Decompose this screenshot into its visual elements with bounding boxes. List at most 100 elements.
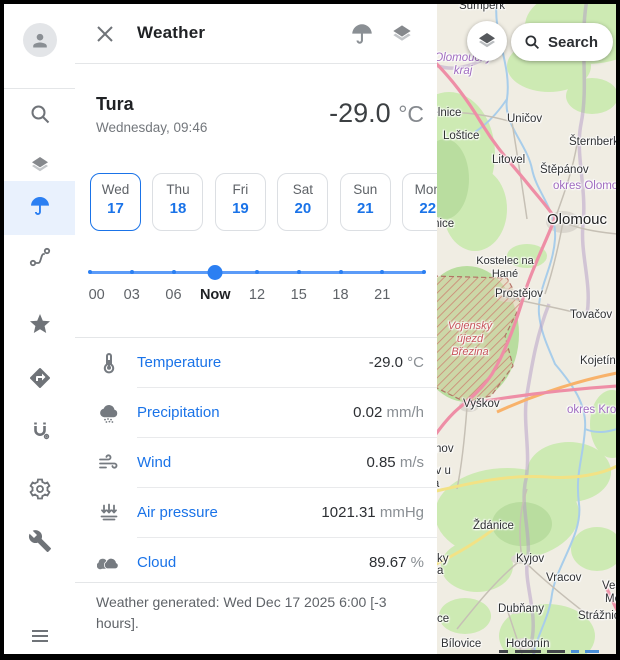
map-label-city: Moravou xyxy=(605,593,616,605)
map-label-district: okres Olomouc xyxy=(553,180,616,192)
map-label-city: Strážnice xyxy=(578,610,616,622)
day-chip-mon[interactable]: Mon22 xyxy=(402,173,437,231)
day-chip-sun[interactable]: Sun21 xyxy=(340,173,391,231)
day-chip-wed[interactable]: Wed17 xyxy=(90,173,141,231)
sidebar-item-layers[interactable] xyxy=(18,145,62,189)
location-datetime: Wednesday, 09:46 xyxy=(96,120,207,135)
metric-value: 0.85 m/s xyxy=(366,454,424,471)
weather-panel: Weather Tura Wednesday, 09:46 -29.0 °C W… xyxy=(75,4,437,654)
panel-header: Weather xyxy=(75,4,437,64)
time-label: 00 xyxy=(89,287,105,303)
precipitation-icon xyxy=(97,401,121,425)
sidebar-item-settings[interactable] xyxy=(18,469,62,513)
time-label: 12 xyxy=(249,287,265,303)
metric-label[interactable]: Air pressure xyxy=(137,504,218,521)
weather-generated-note: Weather generated: Wed Dec 17 2025 6:00 … xyxy=(96,592,426,634)
cloud-icon xyxy=(97,551,121,575)
map-label-city: Uničov xyxy=(507,113,542,125)
location-name: Tura xyxy=(96,94,134,115)
thermometer-icon xyxy=(97,351,121,375)
layers-icon xyxy=(28,153,52,182)
map-label-city: Šumperk xyxy=(459,4,505,12)
map-view[interactable]: Šumperk Olomoucký kraj Mohelnice Loštice… xyxy=(437,4,616,654)
map-label-city: Slavkov u xyxy=(437,465,451,477)
map-label-city: Bílovice xyxy=(441,638,481,650)
metric-value: -29.0 °C xyxy=(369,354,424,371)
map-search-button[interactable]: Search xyxy=(511,23,613,61)
map-label-city: Litovel xyxy=(492,154,525,166)
sidebar-item-navigation[interactable] xyxy=(18,358,62,402)
metric-label[interactable]: Cloud xyxy=(137,554,176,571)
search-button-label: Search xyxy=(548,34,598,51)
metric-label[interactable]: Wind xyxy=(137,454,171,471)
map-layers-button[interactable] xyxy=(467,21,507,61)
map-label-fragment: ky xyxy=(437,553,449,565)
metric-row-air-pressure: Air pressure 1021.31 mmHg xyxy=(75,488,437,538)
attribution-fragment xyxy=(515,650,541,653)
panel-title: Weather xyxy=(137,23,205,43)
metric-row-temperature: Temperature -29.0 °C xyxy=(75,338,437,388)
map-label-fragment: ce xyxy=(437,613,449,625)
map-label-city: Tovačov xyxy=(570,309,612,321)
app-window: Weather Tura Wednesday, 09:46 -29.0 °C W… xyxy=(4,4,616,654)
current-temperature: -29.0 °C xyxy=(329,98,424,129)
menu-icon xyxy=(28,624,52,653)
map-label-military-area: Vojenský újezd Březina xyxy=(437,320,503,359)
avatar[interactable] xyxy=(18,18,62,62)
time-slider[interactable]: 00 03 06 Now 12 15 18 21 xyxy=(90,254,424,314)
sidebar-item-menu[interactable] xyxy=(18,616,62,654)
metric-label[interactable]: Temperature xyxy=(137,354,221,371)
search-icon xyxy=(523,33,541,51)
time-label: 06 xyxy=(165,287,181,303)
close-icon[interactable] xyxy=(93,22,117,46)
metric-value: 0.02 mm/h xyxy=(353,404,424,421)
map-label-city: Dubňany xyxy=(498,603,544,615)
map-label-city: Kyjov xyxy=(516,553,544,565)
day-chip-fri[interactable]: Fri19 xyxy=(215,173,266,231)
attribution-fragment xyxy=(585,650,599,653)
metric-row-wind: Wind 0.85 m/s xyxy=(75,438,437,488)
time-label: 21 xyxy=(374,287,390,303)
air-pressure-icon xyxy=(97,501,121,525)
person-icon xyxy=(23,23,57,57)
map-label-fragment: a xyxy=(437,565,443,577)
sidebar-item-routes[interactable] xyxy=(18,237,62,281)
map-label-city: Mohelnice xyxy=(437,107,461,119)
day-chip-thu[interactable]: Thu18 xyxy=(152,173,203,231)
sidebar-item-tools[interactable] xyxy=(18,521,62,565)
temperature-value: -29.0 xyxy=(329,98,391,128)
umbrella-icon xyxy=(28,194,52,223)
sidebar xyxy=(4,4,76,654)
sidebar-item-weather[interactable] xyxy=(18,186,62,230)
umbrella-icon[interactable] xyxy=(349,21,375,47)
sidebar-item-favorites[interactable] xyxy=(18,304,62,348)
time-label: 03 xyxy=(124,287,140,303)
gear-icon xyxy=(28,477,52,506)
temperature-unit: °C xyxy=(398,101,424,127)
map-label-district: okres Kroměříž xyxy=(567,404,616,416)
route-icon xyxy=(28,245,52,274)
metric-row-precipitation: Precipitation 0.02 mm/h xyxy=(75,388,437,438)
map-label-city: Kojetín xyxy=(580,355,616,367)
layers-icon[interactable] xyxy=(389,21,415,47)
map-label-city: Kostelec na Hané xyxy=(471,255,539,281)
time-label-now: Now xyxy=(200,287,231,303)
day-selector: Wed17 Thu18 Fri19 Sat20 Sun21 Mon22 Tue2… xyxy=(90,173,437,235)
map-label-city: Ždánice xyxy=(473,520,514,532)
layers-icon xyxy=(475,29,499,53)
sidebar-item-search[interactable] xyxy=(18,94,62,138)
star-icon xyxy=(28,312,52,341)
map-label-city: Štěpánov xyxy=(540,164,589,176)
directions-icon xyxy=(28,366,52,395)
day-chip-sat[interactable]: Sat20 xyxy=(277,173,328,231)
sidebar-item-tracker[interactable] xyxy=(18,410,62,454)
slider-thumb[interactable] xyxy=(208,265,223,280)
map-label-city: Olomouc xyxy=(547,211,607,228)
metric-label[interactable]: Precipitation xyxy=(137,404,220,421)
metric-row-cloud: Cloud 89.67 % xyxy=(75,538,437,588)
footer-divider xyxy=(75,582,437,583)
map-label-city: Vracov xyxy=(546,572,581,584)
tracker-icon xyxy=(28,418,52,447)
attribution-fragment xyxy=(547,650,565,653)
map-label-city: Veselí xyxy=(602,580,616,592)
